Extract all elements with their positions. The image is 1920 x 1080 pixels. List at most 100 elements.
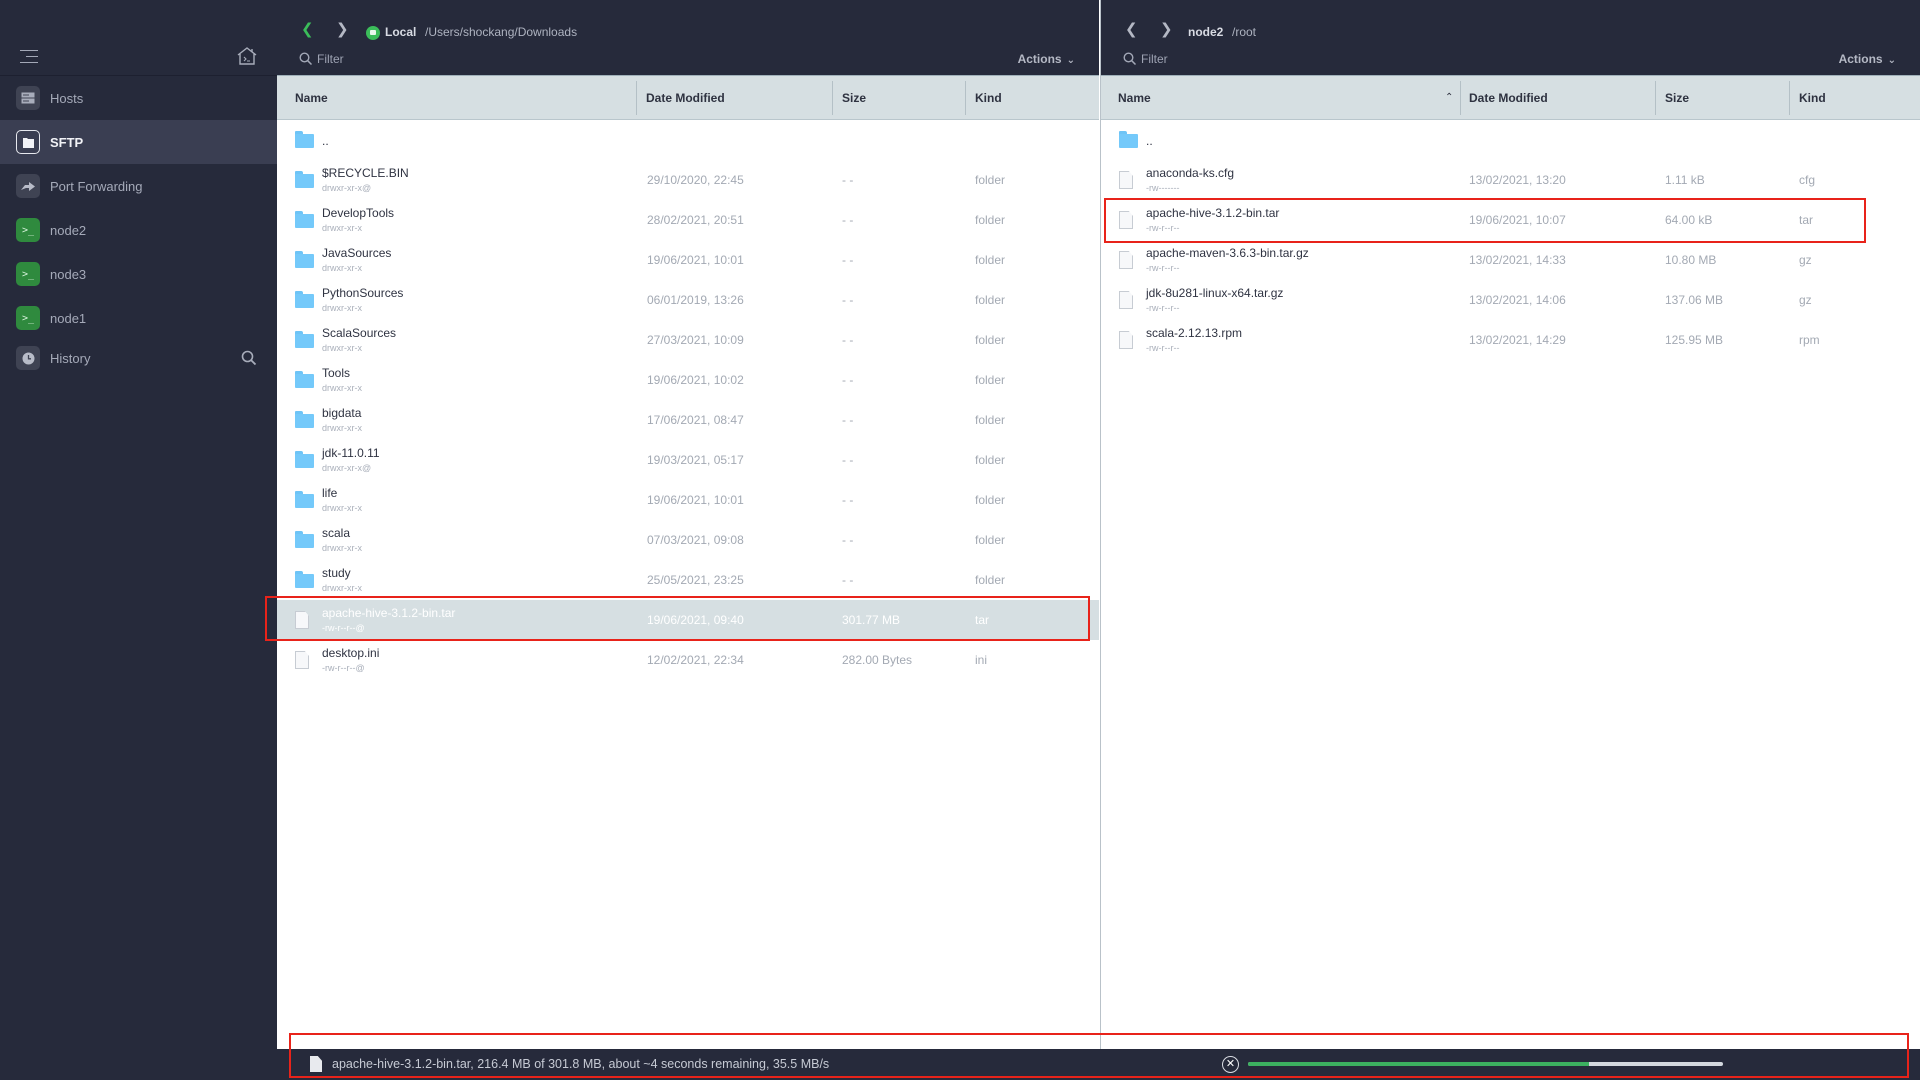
sidebar-item-label: Port Forwarding — [50, 178, 143, 194]
file-date-modified: 27/03/2021, 10:09 — [647, 333, 744, 347]
file-row[interactable]: DevelopTools drwxr-xr-x 28/02/2021, 20:51 -… — [277, 200, 1099, 240]
file-icon — [1119, 291, 1133, 309]
file-row[interactable]: scala drwxr-xr-x 07/03/2021, 09:08 - - folde… — [277, 520, 1099, 560]
host-name[interactable]: node2 — [1188, 25, 1223, 39]
file-row[interactable]: $RECYCLE.BIN drwxr-xr-x@ 29/10/2020, 22:45… — [277, 160, 1099, 200]
column-name[interactable]: Name — [1118, 76, 1151, 120]
file-date-modified: 13/02/2021, 13:20 — [1469, 173, 1566, 187]
sidebar-item-label: SFTP — [50, 134, 84, 150]
column-size[interactable]: Size — [1665, 76, 1689, 120]
parent-directory-row[interactable]: .. — [277, 120, 1099, 160]
filter-input[interactable]: Filter — [1123, 50, 1168, 68]
actions-dropdown[interactable]: Actions ⌄ — [1839, 52, 1896, 66]
file-row[interactable]: study drwxr-xr-x 25/05/2021, 23:25 - - folde… — [277, 560, 1099, 600]
file-row[interactable]: life drwxr-xr-x 19/06/2021, 10:01 - - folder — [277, 480, 1099, 520]
current-path[interactable]: /root — [1232, 25, 1256, 39]
file-row[interactable]: apache-hive-3.1.2-bin.tar -rw-r--r--@ 19/0… — [277, 600, 1099, 640]
file-row[interactable]: anaconda-ks.cfg -rw------- 13/02/2021, 13:… — [1101, 160, 1920, 200]
host-name[interactable]: Local — [385, 25, 416, 39]
sidebar-item-node2[interactable]: >_ node2 — [0, 208, 277, 252]
file-date-modified: 25/05/2021, 23:25 — [647, 573, 744, 587]
column-size[interactable]: Size — [842, 76, 866, 120]
menu-icon[interactable] — [20, 50, 38, 64]
file-row[interactable]: ScalaSources drwxr-xr-x 27/03/2021, 10:09 -… — [277, 320, 1099, 360]
column-date-modified[interactable]: Date Modified — [1469, 76, 1548, 120]
file-kind: gz — [1799, 253, 1812, 267]
file-size: - - — [842, 333, 854, 347]
history-clock-icon — [16, 346, 40, 370]
file-row[interactable]: JavaSources drwxr-xr-x 19/06/2021, 10:01 - … — [277, 240, 1099, 280]
column-divider[interactable] — [832, 81, 833, 115]
forward-chevron-icon[interactable]: ❯ — [336, 20, 349, 38]
column-divider[interactable] — [1460, 81, 1461, 115]
file-kind: cfg — [1799, 173, 1816, 187]
actions-dropdown[interactable]: Actions ⌄ — [1018, 52, 1075, 66]
local-file-list: .. $RECYCLE.BIN drwxr-xr-x@ 29/10/2020, 22:… — [277, 120, 1099, 680]
sort-ascending-icon[interactable]: ⌃ — [1445, 76, 1453, 120]
column-divider[interactable] — [965, 81, 966, 115]
column-date-modified[interactable]: Date Modified — [646, 76, 725, 120]
file-kind: folder — [975, 293, 1006, 307]
file-icon — [1119, 251, 1133, 269]
file-row[interactable]: bigdata drwxr-xr-x 17/06/2021, 08:47 - - fol… — [277, 400, 1099, 440]
file-size: 282.00 Bytes — [842, 653, 913, 667]
folder-icon — [295, 491, 314, 508]
file-permissions: drwxr-xr-x — [322, 343, 362, 353]
sidebar-item-node1[interactable]: >_ node1 — [0, 296, 277, 340]
local-host-icon — [366, 26, 380, 40]
file-date-modified: 19/03/2021, 05:17 — [647, 453, 744, 467]
sftp-folder-icon — [16, 130, 40, 154]
search-history-icon[interactable] — [241, 350, 257, 366]
file-size: 64.00 kB — [1665, 213, 1713, 227]
file-size: - - — [842, 373, 854, 387]
port-forwarding-icon — [16, 174, 40, 198]
actions-label: Actions — [1838, 52, 1883, 66]
sidebar-item-sftp[interactable]: SFTP — [0, 120, 277, 164]
file-date-modified: 13/02/2021, 14:29 — [1469, 333, 1566, 347]
column-kind[interactable]: Kind — [1799, 76, 1826, 120]
file-permissions: drwxr-xr-x — [322, 423, 362, 433]
local-pane-header: ❮ ❯ Local /Users/shockang/Downloads Filt… — [277, 0, 1099, 75]
file-name: ScalaSources — [322, 326, 397, 340]
file-name: JavaSources — [322, 246, 392, 260]
cancel-transfer-button[interactable]: ✕ — [1222, 1056, 1239, 1073]
column-divider[interactable] — [636, 81, 637, 115]
file-size: - - — [842, 173, 854, 187]
parent-directory-row[interactable]: .. — [1101, 120, 1920, 160]
forward-chevron-icon[interactable]: ❯ — [1160, 20, 1173, 38]
file-row[interactable]: Tools drwxr-xr-x 19/06/2021, 10:02 - - folde… — [277, 360, 1099, 400]
sidebar-item-hosts[interactable]: Hosts — [0, 76, 277, 120]
sidebar-item-history[interactable]: History — [0, 336, 277, 380]
file-date-modified: 19/06/2021, 10:01 — [647, 253, 744, 267]
file-row[interactable]: jdk-8u281-linux-x64.tar.gz -rw-r--r-- 13/0… — [1101, 280, 1920, 320]
file-date-modified: 13/02/2021, 14:06 — [1469, 293, 1566, 307]
sidebar-header — [0, 0, 277, 76]
transfer-progress-fill — [1248, 1062, 1589, 1066]
sidebar-item-node3[interactable]: >_ node3 — [0, 252, 277, 296]
file-row[interactable]: PythonSources drwxr-xr-x 06/01/2019, 13:26… — [277, 280, 1099, 320]
file-row[interactable]: scala-2.12.13.rpm -rw-r--r-- 13/02/2021, 1… — [1101, 320, 1920, 360]
file-permissions: drwxr-xr-x — [322, 263, 362, 273]
file-row[interactable]: apache-maven-3.6.3-bin.tar.gz -rw-r--r-- 1… — [1101, 240, 1920, 280]
filter-input[interactable]: Filter — [299, 50, 344, 68]
file-name: study — [322, 566, 351, 580]
file-row[interactable]: apache-hive-3.1.2-bin.tar -rw-r--r-- 19/06… — [1101, 200, 1920, 240]
file-permissions: drwxr-xr-x@ — [322, 463, 372, 473]
file-icon — [295, 651, 309, 669]
column-name[interactable]: Name — [295, 76, 328, 120]
column-divider[interactable] — [1789, 81, 1790, 115]
folder-icon — [295, 131, 314, 148]
file-row[interactable]: jdk-11.0.11 drwxr-xr-x@ 19/03/2021, 05:17 -… — [277, 440, 1099, 480]
file-kind: folder — [975, 533, 1006, 547]
column-kind[interactable]: Kind — [975, 76, 1002, 120]
back-chevron-icon[interactable]: ❮ — [1125, 20, 1138, 38]
current-path[interactable]: /Users/shockang/Downloads — [425, 25, 577, 39]
back-chevron-icon[interactable]: ❮ — [301, 20, 314, 38]
file-row[interactable]: desktop.ini -rw-r--r--@ 12/02/2021, 22:34 2… — [277, 640, 1099, 680]
file-name: apache-hive-3.1.2-bin.tar — [322, 606, 456, 620]
home-terminal-icon[interactable] — [236, 46, 258, 66]
column-divider[interactable] — [1655, 81, 1656, 115]
file-name: apache-maven-3.6.3-bin.tar.gz — [1146, 246, 1309, 260]
file-permissions: -rw-r--r-- — [1146, 263, 1180, 273]
sidebar-item-port-forwarding[interactable]: Port Forwarding — [0, 164, 277, 208]
